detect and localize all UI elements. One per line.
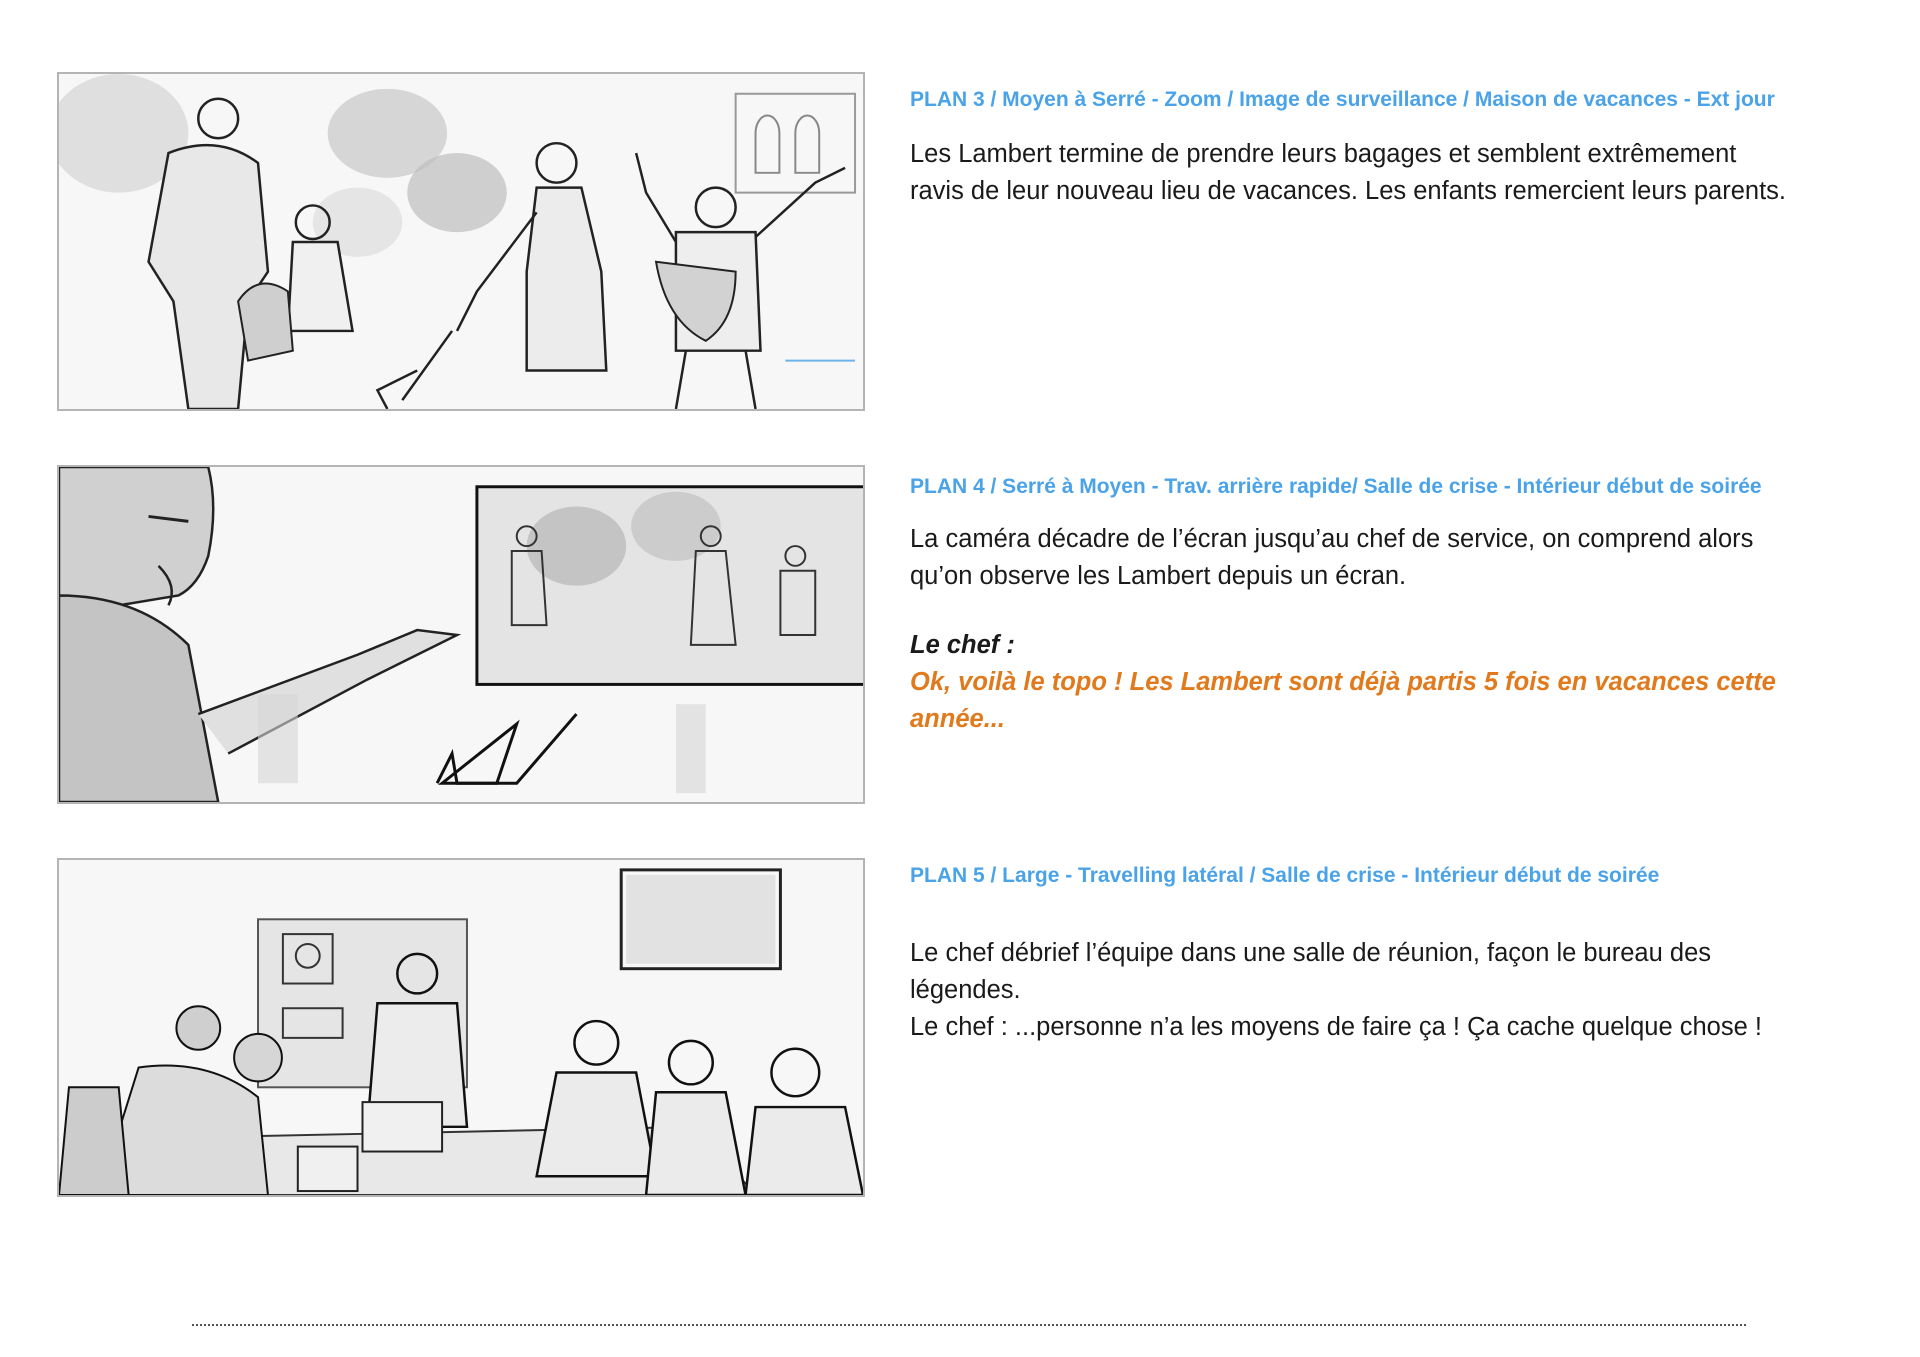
- storyboard-page: PLAN 3 / Moyen à Serré - Zoom / Image de…: [0, 0, 1920, 1357]
- footer-dotted-line: [192, 1324, 1746, 1326]
- plan-3-header: PLAN 3 / Moyen à Serré - Zoom / Image de…: [910, 88, 1775, 111]
- description-line: La caméra décadre de l’écran jusqu’au ch…: [910, 525, 1754, 553]
- plan-5-text: PLAN 5 / Large - Travelling latéral / Sa…: [910, 862, 1890, 1046]
- storyboard-frame-plan-4: [57, 465, 865, 804]
- plan-4-dialogue: Ok, voilà le topo ! Les Lambert sont déj…: [910, 664, 1890, 738]
- plan-3-description: Les Lambert termine de prendre leurs bag…: [910, 136, 1890, 210]
- storyboard-frame-plan-5: [57, 858, 865, 1197]
- dialogue-line: année...: [910, 705, 1005, 733]
- description-line: ravis de leur nouveau lieu de vacances. …: [910, 177, 1786, 205]
- plan-5-header: PLAN 5 / Large - Travelling latéral / Sa…: [910, 864, 1660, 887]
- sketch-chief-pointing-screen: [59, 467, 863, 802]
- plan-4-text: PLAN 4 / Serré à Moyen - Trav. arrière r…: [910, 473, 1890, 738]
- description-line: Les Lambert termine de prendre leurs bag…: [910, 140, 1737, 168]
- plan-5-description: Le chef débrief l’équipe dans une salle …: [910, 935, 1890, 1046]
- description-line: Le chef : ...personne n’a les moyens de …: [910, 1013, 1762, 1041]
- sketch-family-luggage: [59, 74, 863, 409]
- description-line: légendes.: [910, 976, 1021, 1004]
- description-line: Le chef débrief l’équipe dans une salle …: [910, 939, 1711, 967]
- plan-4-description: La caméra décadre de l’écran jusqu’au ch…: [910, 521, 1890, 595]
- plan-4-header: PLAN 4 / Serré à Moyen - Trav. arrière r…: [910, 475, 1762, 498]
- plan-4-speaker: Le chef :: [910, 631, 1015, 659]
- storyboard-frame-plan-3: [57, 72, 865, 411]
- dialogue-line: Ok, voilà le topo ! Les Lambert sont déj…: [910, 668, 1776, 696]
- plan-3-text: PLAN 3 / Moyen à Serré - Zoom / Image de…: [910, 86, 1890, 210]
- sketch-meeting-room: [59, 860, 863, 1195]
- description-line: qu’on observe les Lambert depuis un écra…: [910, 562, 1407, 590]
